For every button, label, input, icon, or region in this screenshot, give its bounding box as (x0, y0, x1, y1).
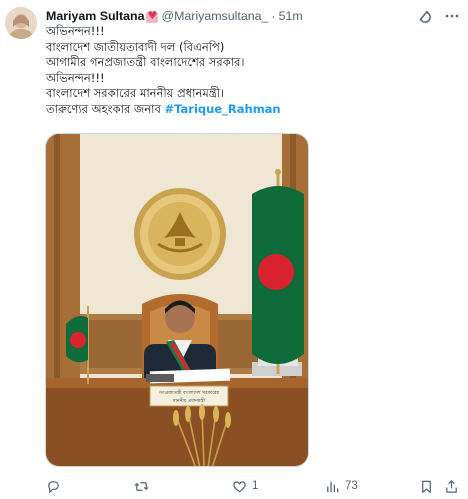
bookmark-icon (422, 480, 431, 493)
tweet-line: বাংলাদেশ জাতীয়তাবাদী দল (বিএনপি) (46, 39, 225, 54)
reply-icon (48, 480, 59, 494)
views-button[interactable]: 73 (325, 477, 358, 495)
author-name[interactable]: Mariyam Sultana (46, 9, 144, 23)
hashtag-link[interactable]: #Tarique_Rahman (165, 102, 281, 116)
nameplate-line2: মাননীয় প্রধানমন্ত্রী (172, 397, 206, 404)
office-photo: গণপ্রজাতন্ত্রী বাংলাদেশ সরকারের মাননীয় … (46, 134, 308, 466)
tweet-line: আগামীর গনপ্রজাতন্ত্রী বাংলাদেশের সরকার। (46, 55, 245, 69)
tweet-line: অভিনন্দন!!! (46, 70, 105, 85)
views-icon (327, 481, 339, 492)
like-count: 1 (252, 480, 259, 492)
retweet-button[interactable] (134, 477, 154, 495)
tweet-line: বাংলাদেশ সরকারের মাননীয় প্রধানমন্ত্রী। (46, 86, 225, 100)
tweet-actions: 1 73 (46, 477, 460, 495)
heart-icon (233, 480, 246, 492)
share-button[interactable] (444, 477, 459, 495)
grok-icon[interactable] (416, 8, 432, 24)
tweet-header: Mariyam Sultana @Mariyamsultana_ · 51m (46, 6, 460, 26)
tweet-card[interactable]: Mariyam Sultana @Mariyamsultana_ · 51m অ… (0, 0, 468, 499)
tweet-line: তারুণ্যের অহংকার জনাব (46, 101, 161, 116)
tweet-line-last: তারুণ্যের অহংকার জনাব #Tarique_Rahman (46, 102, 456, 118)
views-count: 73 (345, 480, 358, 492)
like-button[interactable]: 1 (232, 477, 258, 495)
avatar[interactable] (5, 7, 37, 39)
share-icon (446, 479, 457, 493)
tweet-text: অভিনন্দন!!! বাংলাদেশ জাতীয়তাবাদী দল (বি… (46, 24, 456, 117)
bookmark-button[interactable] (419, 477, 434, 495)
heart-emoji-icon (146, 9, 159, 23)
retweet-icon (134, 481, 149, 491)
nameplate-line1: গণপ্রজাতন্ত্রী বাংলাদেশ সরকারের (159, 389, 220, 396)
author-handle[interactable]: @Mariyamsultana_ (161, 9, 268, 23)
tweet-photo[interactable]: গণপ্রজাতন্ত্রী বাংলাদেশ সরকারের মাননীয় … (45, 133, 309, 467)
avatar-image (5, 7, 37, 39)
reply-button[interactable] (46, 477, 66, 495)
tweet-line: অভিনন্দন!!! (46, 24, 105, 38)
separator-dot: · (271, 9, 276, 23)
tweet-time[interactable]: 51m (279, 9, 303, 23)
more-icon[interactable] (444, 8, 460, 24)
